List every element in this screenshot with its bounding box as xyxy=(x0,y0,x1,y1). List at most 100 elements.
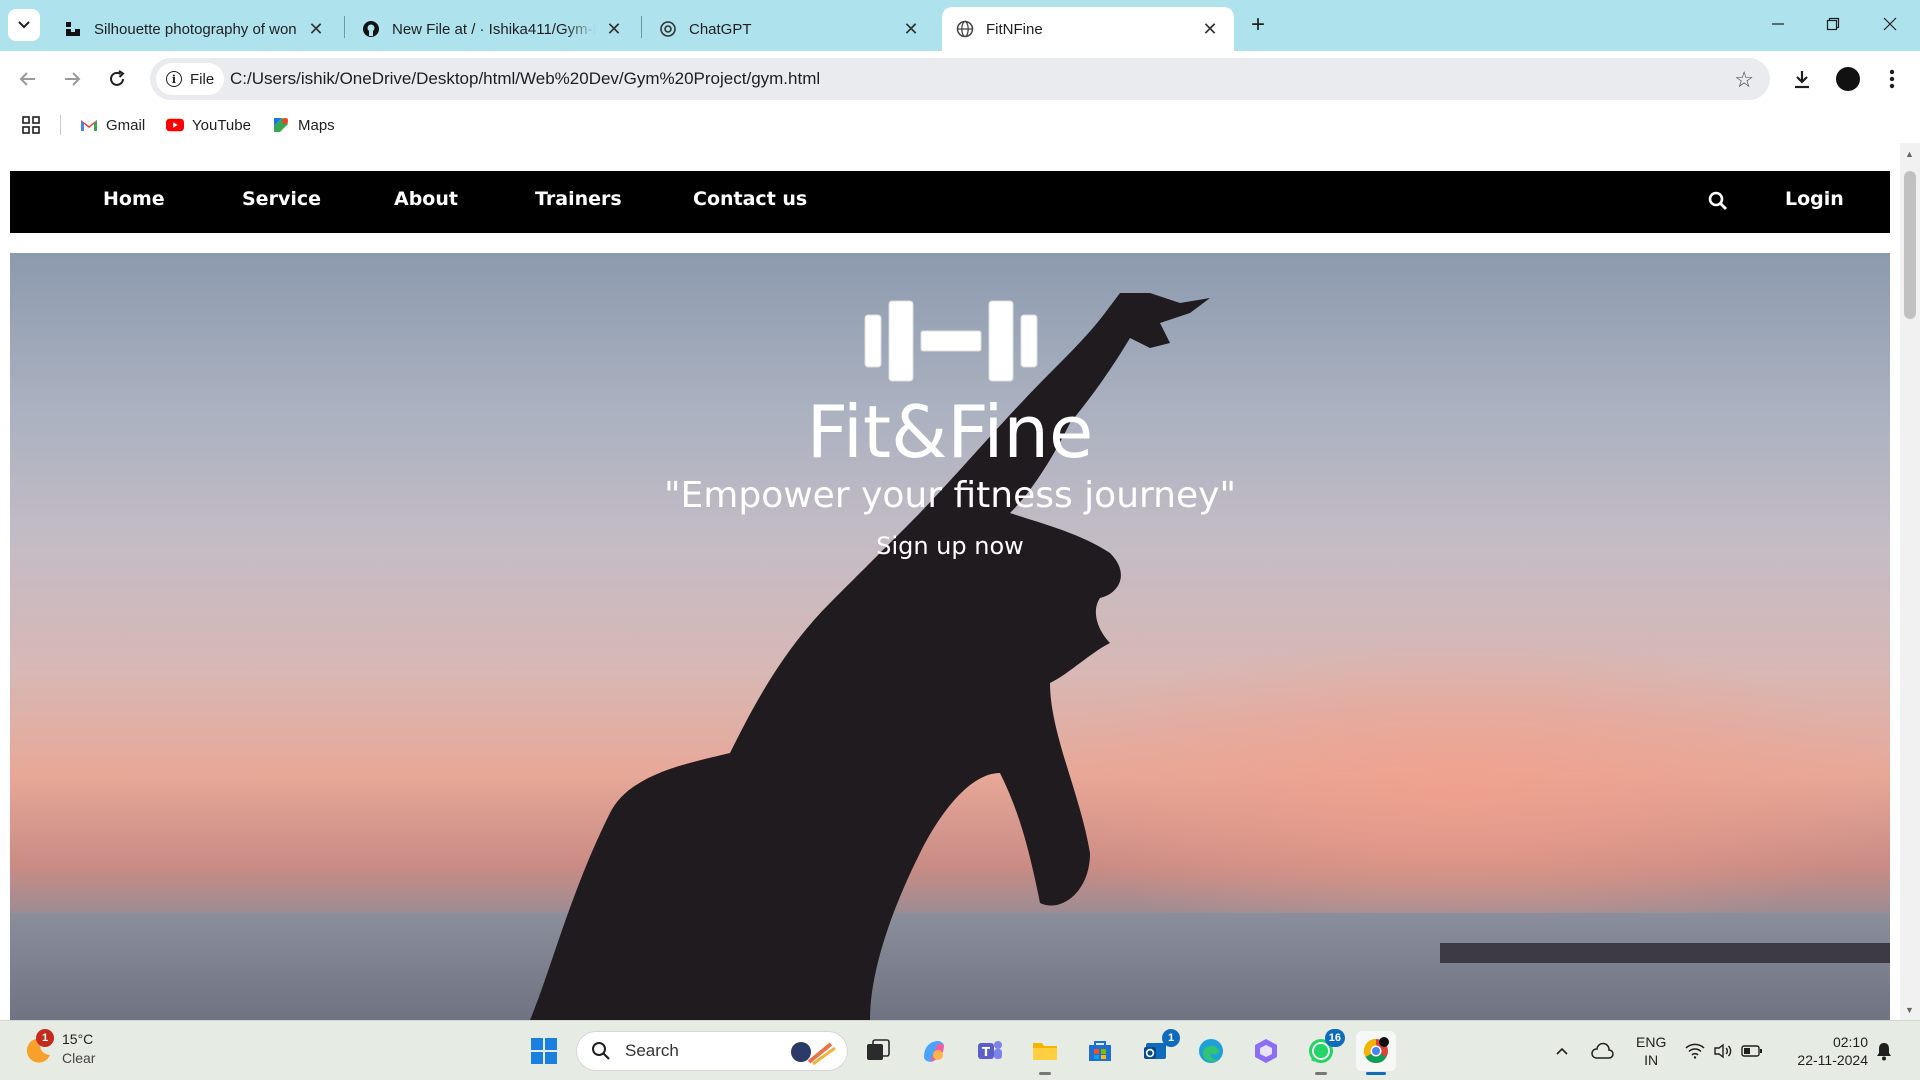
search-icon xyxy=(592,1042,610,1060)
nav-home[interactable]: Home xyxy=(103,188,165,210)
outlook-button[interactable]: 1 xyxy=(1136,1029,1180,1071)
brand-name: Fit&Fine xyxy=(806,390,1094,474)
nav-about[interactable]: About xyxy=(394,188,458,210)
dumbbell-icon xyxy=(864,300,1038,382)
site-info-chip[interactable]: i File xyxy=(156,63,225,95)
edge-button[interactable] xyxy=(1191,1031,1231,1071)
chatgpt-icon xyxy=(659,20,677,38)
signup-cta: Sign up now xyxy=(10,532,1890,560)
reload-icon xyxy=(110,70,125,86)
weather-temp: 15°C xyxy=(62,1031,94,1047)
browser-toolbar: i File C:/Users/ishik/OneDrive/Desktop/h… xyxy=(0,51,1920,107)
scroll-thumb[interactable] xyxy=(1904,171,1916,319)
maps-icon xyxy=(272,116,290,134)
tab-fitnfine[interactable]: FitNFine ✕ xyxy=(942,7,1234,51)
tab-unsplash[interactable]: Silhouette photography of won ✕ xyxy=(50,7,340,51)
task-view-button[interactable] xyxy=(858,1031,898,1071)
globe-icon xyxy=(956,20,974,38)
whatsapp-button[interactable]: 16 xyxy=(1301,1029,1345,1075)
quick-settings-button[interactable] xyxy=(1682,1031,1766,1071)
tab-title: ChatGPT xyxy=(689,20,752,38)
notifications-button[interactable] xyxy=(1866,1031,1902,1071)
nav-contact[interactable]: Contact us xyxy=(693,188,807,210)
bookmark-label: YouTube xyxy=(192,116,251,134)
tab-separator xyxy=(641,16,642,38)
tab-title: New File at / · Ishika411/Gym-P xyxy=(392,20,596,38)
edge-icon xyxy=(1199,1039,1223,1063)
copilot-icon xyxy=(924,1041,944,1062)
teams-icon: T xyxy=(978,1041,1002,1059)
close-window-icon[interactable] xyxy=(1870,8,1910,40)
bell-icon xyxy=(1877,1043,1891,1061)
bookmark-star-icon[interactable]: ☆ xyxy=(1734,67,1754,93)
chevron-down-icon xyxy=(18,21,30,29)
hero-tagline: "Empower your fitness journey" xyxy=(663,475,1237,516)
download-button[interactable] xyxy=(1786,63,1818,95)
taskbar: 1 15°C Clear Search T 1 16 ENG IN 02:10 … xyxy=(0,1020,1920,1080)
minimize-icon[interactable] xyxy=(1758,8,1798,40)
page-scrollbar[interactable]: ▲ ▼ xyxy=(1900,143,1920,1020)
weather-widget[interactable]: 1 15°C Clear xyxy=(22,1029,95,1068)
scroll-up-icon[interactable]: ▲ xyxy=(1905,149,1914,159)
clock-date: 22-11-2024 xyxy=(1797,1052,1868,1068)
close-icon[interactable]: ✕ xyxy=(901,19,921,39)
running-indicator-active xyxy=(1366,1072,1386,1075)
bookmark-label: Gmail xyxy=(106,116,146,134)
teams-button[interactable]: T xyxy=(970,1031,1010,1071)
app-button[interactable] xyxy=(1246,1031,1286,1071)
tray-overflow-button[interactable] xyxy=(1542,1031,1582,1071)
bookmark-youtube[interactable]: YouTube xyxy=(166,113,251,137)
language-indicator[interactable]: ENG IN xyxy=(1636,1033,1666,1069)
close-icon[interactable]: ✕ xyxy=(604,19,624,39)
page-viewport: Home Service About Trainers Contact us L… xyxy=(0,143,1920,1020)
address-bar[interactable]: i File C:/Users/ishik/OneDrive/Desktop/h… xyxy=(150,58,1770,100)
folder-icon xyxy=(1033,1043,1057,1060)
chrome-button[interactable] xyxy=(1356,1031,1396,1075)
nav-login[interactable]: Login xyxy=(1785,188,1844,210)
tab-chatgpt[interactable]: ChatGPT ✕ xyxy=(645,7,935,51)
restore-icon[interactable] xyxy=(1813,8,1853,40)
search-icon[interactable] xyxy=(1708,191,1728,216)
copilot-button[interactable] xyxy=(914,1031,954,1071)
bookmarks-bar: Gmail YouTube Maps xyxy=(0,107,1920,143)
app-hexagon-icon xyxy=(1255,1039,1277,1063)
bookmark-label: Maps xyxy=(298,116,335,134)
file-explorer-button[interactable] xyxy=(1025,1031,1065,1075)
svg-text:T: T xyxy=(982,1045,991,1059)
reload-button[interactable] xyxy=(101,63,133,95)
running-indicator xyxy=(1039,1072,1051,1075)
nav-trainers[interactable]: Trainers xyxy=(535,188,622,210)
wifi-icon xyxy=(1685,1043,1705,1059)
weather-alert-badge: 1 xyxy=(36,1029,54,1047)
browser-menu-button[interactable] xyxy=(1876,63,1908,95)
new-tab-button[interactable]: + xyxy=(1244,11,1272,39)
bookmarks-divider xyxy=(60,115,61,135)
onedrive-button[interactable] xyxy=(1582,1031,1622,1071)
bookmark-maps[interactable]: Maps xyxy=(272,113,335,137)
apps-button[interactable] xyxy=(22,113,40,137)
bookmark-gmail[interactable]: Gmail xyxy=(80,113,145,137)
tab-strip: Silhouette photography of won ✕ New File… xyxy=(0,0,1920,51)
close-icon[interactable]: ✕ xyxy=(1200,19,1220,39)
signup-link[interactable]: Sign up now xyxy=(876,532,1024,560)
download-icon xyxy=(1795,71,1809,89)
chrome-icon xyxy=(1363,1037,1389,1064)
system-clock[interactable]: 02:10 22-11-2024 xyxy=(1788,1033,1868,1069)
start-button[interactable] xyxy=(524,1031,564,1071)
taskbar-search[interactable]: Search xyxy=(576,1031,848,1071)
back-button[interactable] xyxy=(12,63,44,95)
arrow-left-icon xyxy=(19,72,35,86)
profile-button[interactable] xyxy=(1832,63,1864,95)
arrow-right-icon xyxy=(65,72,81,86)
hero-banner: Fit&Fine "Empower your fitness journey" … xyxy=(10,253,1890,1020)
close-icon[interactable]: ✕ xyxy=(306,19,326,39)
scroll-down-icon[interactable]: ▼ xyxy=(1905,1005,1914,1015)
tab-github[interactable]: New File at / · Ishika411/Gym-P ✕ xyxy=(348,7,638,51)
store-button[interactable] xyxy=(1080,1031,1120,1071)
forward-button[interactable] xyxy=(56,63,88,95)
tab-search-button[interactable] xyxy=(8,9,40,41)
nav-service[interactable]: Service xyxy=(242,188,321,210)
tab-title: Silhouette photography of won xyxy=(94,20,297,38)
site-navbar: Home Service About Trainers Contact us L… xyxy=(10,171,1890,233)
url-text[interactable]: C:/Users/ishik/OneDrive/Desktop/html/Web… xyxy=(230,69,820,89)
